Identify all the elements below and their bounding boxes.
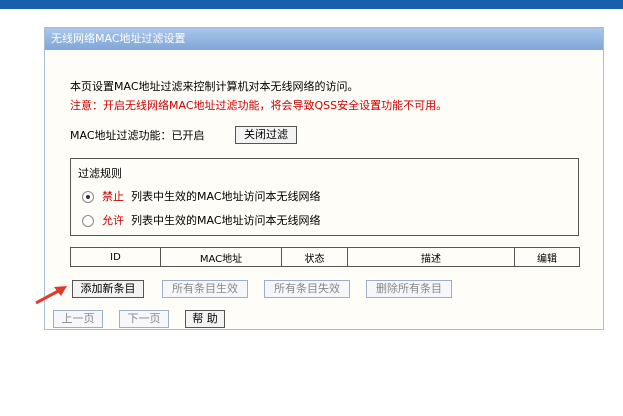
allow-text: 列表中生效的MAC地址访问本无线网络 — [131, 214, 321, 227]
header-description: 描述 — [347, 247, 515, 267]
help-button[interactable]: 帮 助 — [185, 310, 225, 328]
header-mac: MAC地址 — [160, 247, 282, 267]
filter-rules-title: 过滤规则 — [78, 167, 122, 180]
page-description: 本页设置MAC地址过滤来控制计算机对本无线网络的访问。 — [70, 80, 359, 93]
filter-rules-group: 过滤规则 禁止 列表中生效的MAC地址访问本无线网络 允许 列表中生效的MAC地… — [70, 158, 579, 236]
header-edit: 编辑 — [514, 247, 580, 267]
enable-all-button[interactable]: 所有条目生效 — [162, 280, 248, 298]
close-filter-button[interactable]: 关闭过滤 — [235, 126, 297, 144]
filter-status-row: MAC地址过滤功能：已开启 — [70, 127, 205, 145]
next-page-button[interactable]: 下一页 — [119, 310, 169, 328]
header-id: ID — [70, 247, 161, 267]
delete-all-button[interactable]: 删除所有条目 — [366, 280, 452, 298]
warning-text: 注意：开启无线网络MAC地址过滤功能，将会导致QSS安全设置功能不可用。 — [70, 99, 448, 112]
allow-radio[interactable] — [82, 215, 94, 227]
panel-title: 无线网络MAC地址过滤设置 — [45, 28, 603, 50]
add-entry-button[interactable]: 添加新条目 — [72, 280, 144, 298]
deny-radio[interactable] — [82, 191, 94, 203]
mac-filter-table: ID MAC地址 状态 描述 编辑 — [70, 247, 580, 267]
filter-status-label: MAC地址过滤功能：已开启 — [70, 129, 205, 142]
prev-page-button[interactable]: 上一页 — [53, 310, 103, 328]
deny-text: 列表中生效的MAC地址访问本无线网络 — [131, 190, 321, 203]
header-status: 状态 — [281, 247, 348, 267]
top-banner-bar — [0, 0, 623, 9]
deny-keyword: 禁止 — [102, 190, 124, 203]
red-arrow-annotation — [35, 286, 67, 304]
mac-filter-panel: 无线网络MAC地址过滤设置 本页设置MAC地址过滤来控制计算机对本无线网络的访问… — [44, 27, 604, 330]
allow-keyword: 允许 — [102, 214, 124, 227]
table-header-row: ID MAC地址 状态 描述 编辑 — [70, 247, 580, 267]
disable-all-button[interactable]: 所有条目失效 — [264, 280, 350, 298]
